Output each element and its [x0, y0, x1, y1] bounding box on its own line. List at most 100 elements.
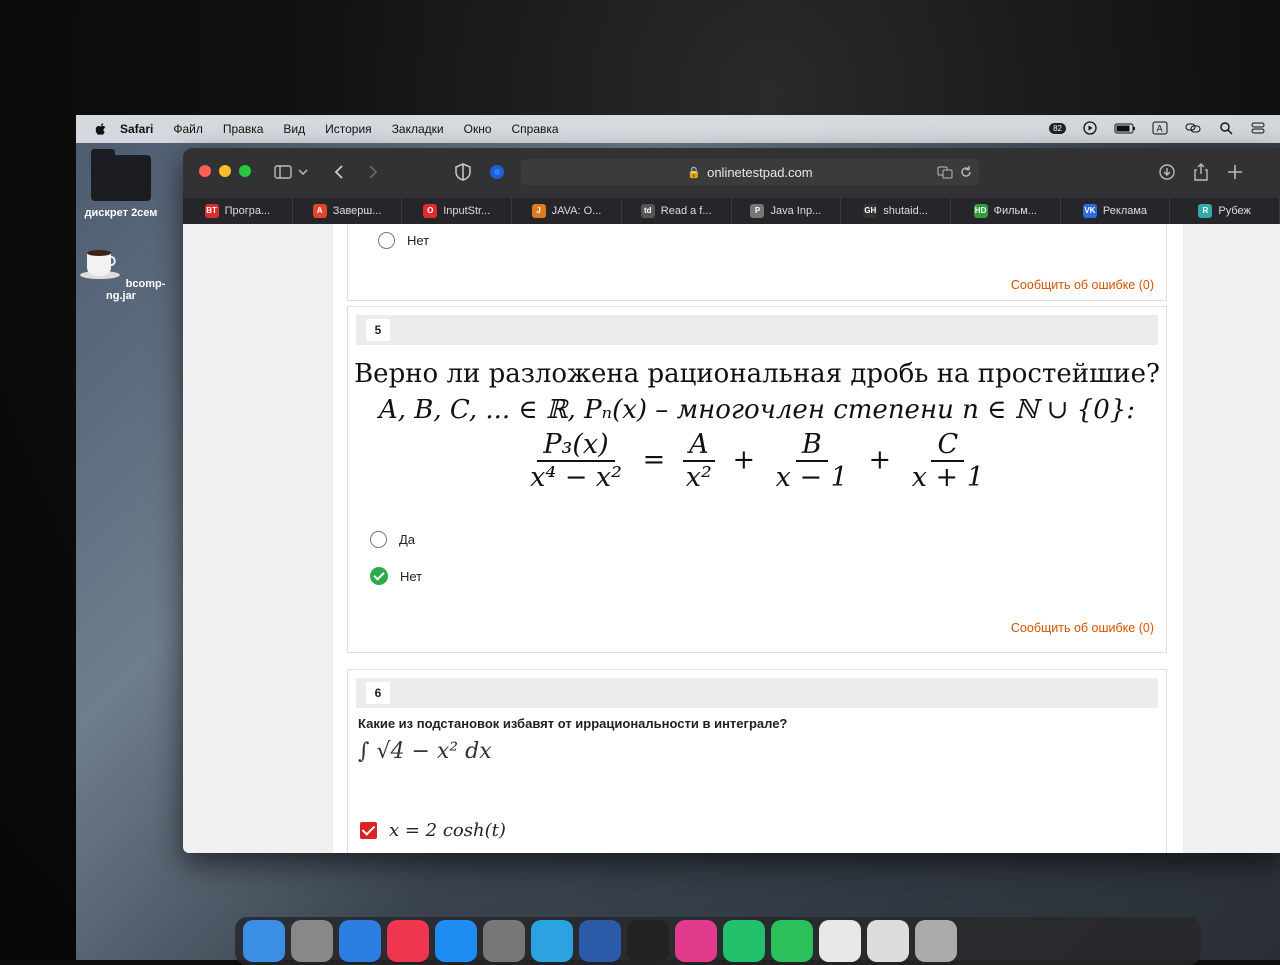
- browser-tab[interactable]: O InputStr...: [402, 198, 513, 224]
- dock-app-app-store-icon[interactable]: [435, 920, 477, 962]
- favicon-icon: GH: [863, 204, 878, 218]
- page-viewport: Нет Сообщить об ошибке (0) 5 Верно ли ра…: [183, 224, 1280, 853]
- dock-app-intellij-idea-icon[interactable]: [675, 920, 717, 962]
- dock-app-telegram-icon[interactable]: [531, 920, 573, 962]
- dock-app-chrome-icon[interactable]: [819, 920, 861, 962]
- radio-unchecked[interactable]: [378, 232, 395, 249]
- browser-toolbar: 🔒 onlinetestpad.com: [183, 148, 1280, 198]
- favicon-icon: J: [531, 204, 546, 218]
- sidebar-icon[interactable]: [273, 162, 293, 182]
- chevron-down-icon[interactable]: [297, 162, 309, 182]
- option-yes[interactable]: Да: [370, 531, 415, 548]
- menu-safari[interactable]: Safari: [120, 122, 153, 136]
- menu-file[interactable]: Файл: [173, 122, 203, 136]
- menu-edit[interactable]: Правка: [223, 122, 264, 136]
- radio-checked-icon[interactable]: [370, 567, 388, 585]
- option-label: Нет: [407, 233, 430, 248]
- substitution-option-1[interactable]: x = 2 cosh(t): [360, 820, 506, 841]
- url-text: onlinetestpad.com: [707, 164, 813, 180]
- menu-bookmarks[interactable]: Закладки: [392, 122, 444, 136]
- menu-history[interactable]: История: [325, 122, 372, 136]
- control-center-icon[interactable]: [1250, 121, 1266, 135]
- reload-icon[interactable]: [959, 165, 973, 179]
- question-4-option[interactable]: Нет: [378, 232, 429, 249]
- browser-tab[interactable]: A Заверш...: [293, 198, 403, 224]
- browser-tab[interactable]: td Read a f...: [622, 198, 732, 224]
- favicon-icon: O: [423, 204, 438, 218]
- formula-equals: =: [642, 444, 666, 476]
- input-source-icon[interactable]: A: [1152, 121, 1168, 135]
- desktop-jar-file[interactable]: bcomp-ng.jar: [76, 245, 166, 302]
- formula-term-b: B x − 1: [775, 429, 848, 493]
- status-badge[interactable]: 82: [1049, 122, 1066, 134]
- report-error-link[interactable]: Сообщить об ошибке (0): [1011, 621, 1154, 635]
- close-button[interactable]: [199, 165, 211, 177]
- question-6-text: Какие из подстановок избавят от иррацион…: [358, 716, 788, 731]
- browser-tab[interactable]: VK Реклама: [1061, 198, 1171, 224]
- favicon-icon: BT: [204, 204, 219, 218]
- favicon-icon: R: [1198, 204, 1213, 218]
- browser-tab[interactable]: P Java Inp...: [732, 198, 842, 224]
- dock: [235, 917, 1201, 965]
- question-text-line1: Верно ли разложена рациональная дробь на…: [354, 359, 1160, 389]
- download-icon[interactable]: [1157, 162, 1177, 182]
- favicon-icon: VK: [1082, 204, 1097, 218]
- question-number: 6: [366, 682, 390, 704]
- tab-label: Read a f...: [660, 205, 712, 217]
- question-4-block: Нет Сообщить об ошибке (0): [347, 224, 1167, 301]
- share-icon[interactable]: [1191, 162, 1211, 182]
- dock-app-facetime-icon[interactable]: [771, 920, 813, 962]
- browser-tab[interactable]: BT Програ...: [183, 198, 293, 224]
- dock-app-terminal-icon[interactable]: [627, 920, 669, 962]
- dock-app-system-preferences-icon[interactable]: [483, 920, 525, 962]
- shield-icon[interactable]: [453, 162, 473, 182]
- desktop-folder[interactable]: дискрет 2сем: [76, 149, 166, 219]
- forward-icon[interactable]: [363, 162, 383, 182]
- address-bar[interactable]: 🔒 onlinetestpad.com: [521, 159, 979, 185]
- extension-icon[interactable]: [487, 162, 507, 182]
- maximize-button[interactable]: [239, 165, 251, 177]
- dock-app-music-icon[interactable]: [387, 920, 429, 962]
- minimize-button[interactable]: [219, 165, 231, 177]
- dock-app-trash-icon[interactable]: [915, 920, 957, 962]
- translate-icon[interactable]: [937, 164, 953, 180]
- menu-window[interactable]: Окно: [464, 122, 492, 136]
- question-6-block: 6 Какие из подстановок избавят от ирраци…: [347, 669, 1167, 853]
- play-icon[interactable]: [1082, 121, 1098, 135]
- dock-app-finder-icon[interactable]: [243, 920, 285, 962]
- desktop-jar-label: bcomp-ng.jar: [106, 278, 166, 302]
- browser-tab[interactable]: R Рубеж: [1170, 198, 1280, 224]
- search-icon[interactable]: [1218, 121, 1234, 135]
- favicon-icon: P: [750, 204, 765, 218]
- back-icon[interactable]: [329, 162, 349, 182]
- screen-mirroring-icon[interactable]: [1184, 121, 1202, 135]
- apple-icon[interactable]: [94, 122, 108, 136]
- battery-icon[interactable]: [1114, 121, 1136, 135]
- menu-help[interactable]: Справка: [512, 122, 559, 136]
- radio-unchecked[interactable]: [370, 531, 387, 548]
- dock-app-word-icon[interactable]: [579, 920, 621, 962]
- checkbox-checked-icon[interactable]: [360, 822, 377, 839]
- dock-app-safari-icon[interactable]: [339, 920, 381, 962]
- browser-tab[interactable]: HD Фильм...: [951, 198, 1061, 224]
- formula: P₃(x) x⁴ − x² = A x² + B x − 1 + C x + 1: [348, 429, 1166, 493]
- tab-label: Фильм...: [993, 205, 1037, 217]
- dock-app-launchpad-icon[interactable]: [291, 920, 333, 962]
- dock-app-pycharm-icon[interactable]: [723, 920, 765, 962]
- screen: Safari Файл Правка Вид История Закладки …: [76, 115, 1280, 960]
- report-error-link[interactable]: Сообщить об ошибке (0): [1011, 278, 1154, 292]
- browser-tab[interactable]: GH shutaid...: [841, 198, 951, 224]
- favicon-icon: HD: [973, 204, 988, 218]
- tab-label: Рубеж: [1218, 205, 1251, 217]
- dock-app-documents-icon[interactable]: [867, 920, 909, 962]
- tab-label: shutaid...: [883, 205, 928, 217]
- new-tab-icon[interactable]: [1225, 162, 1245, 182]
- tab-bar: BT Програ... A Заверш... O InputStr... J JAVA: …: [183, 198, 1280, 224]
- lock-icon: 🔒: [687, 166, 702, 179]
- menu-bar: Safari Файл Правка Вид История Закладки …: [76, 115, 1280, 143]
- menu-view[interactable]: Вид: [283, 122, 305, 136]
- option-yes-label: Да: [399, 532, 416, 547]
- option-no[interactable]: Нет: [370, 567, 422, 585]
- svg-text:A: A: [1157, 125, 1164, 135]
- browser-tab[interactable]: J JAVA: O...: [512, 198, 622, 224]
